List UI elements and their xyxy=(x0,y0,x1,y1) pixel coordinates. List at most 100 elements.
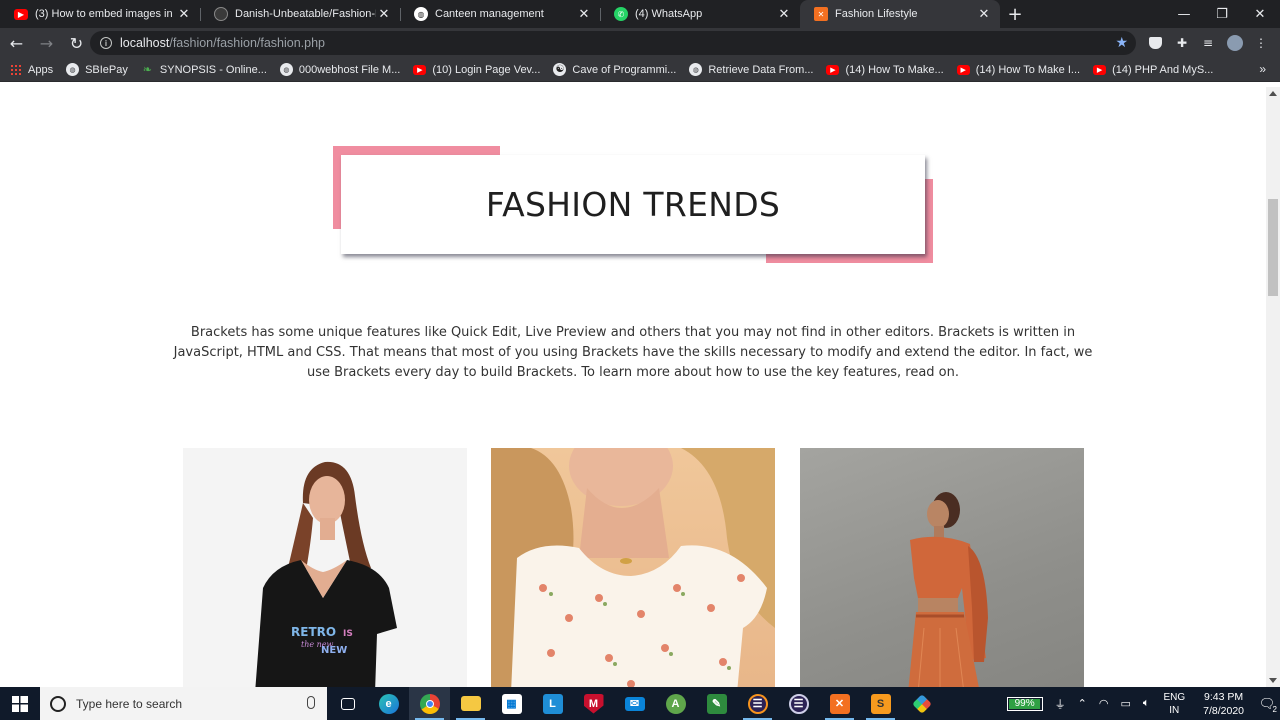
tab-title: (3) How to embed images in Gith xyxy=(35,8,176,20)
start-button[interactable] xyxy=(0,687,40,720)
forward-button[interactable]: → xyxy=(33,30,60,57)
taskbar-mail[interactable]: ✉ xyxy=(614,687,655,720)
close-icon[interactable]: ✕ xyxy=(976,6,992,22)
tab-fashion-lifestyle[interactable]: ✕ Fashion Lifestyle ✕ xyxy=(800,0,1000,28)
task-view-button[interactable] xyxy=(327,687,368,720)
taskbar-sublime[interactable]: S xyxy=(860,687,901,720)
taskbar-file-explorer[interactable] xyxy=(450,687,491,720)
taskbar-xampp[interactable]: ✕ xyxy=(819,687,860,720)
menu-kebab-icon[interactable]: ⋮ xyxy=(1253,35,1269,51)
bookmark-how-to-make-2[interactable]: ▶ (14) How To Make I... xyxy=(956,64,1080,76)
tab-whatsapp[interactable]: ✆ (4) WhatsApp ✕ xyxy=(600,0,800,28)
youtube-icon: ▶ xyxy=(1093,64,1107,75)
orange-lehenga-photo xyxy=(908,492,988,687)
back-button[interactable]: ← xyxy=(3,30,30,57)
yin-yang-icon: ☯ xyxy=(553,63,567,76)
bookmark-php-mysql[interactable]: ▶ (14) PHP And MyS... xyxy=(1093,64,1213,76)
profile-avatar[interactable] xyxy=(1227,35,1243,51)
shirt-text-retro: RETRO xyxy=(291,625,336,639)
language-indicator[interactable]: ENG IN xyxy=(1163,691,1185,717)
info-icon[interactable]: i xyxy=(100,37,112,49)
bookmark-star-icon[interactable]: ★ xyxy=(1115,34,1128,51)
wifi-icon[interactable]: ◠ xyxy=(1099,697,1109,710)
restore-button[interactable]: ❐ xyxy=(1203,0,1241,28)
taskbar-store[interactable]: ▦ xyxy=(491,687,532,720)
bookmark-apps[interactable]: Apps xyxy=(10,63,53,76)
bookmark-label: (14) PHP And MyS... xyxy=(1112,63,1214,76)
bookmark-how-to-make-1[interactable]: ▶ (14) How To Make... xyxy=(826,63,944,76)
youtube-icon: ▶ xyxy=(14,8,28,20)
taskbar-mcafee[interactable]: M xyxy=(573,687,614,720)
battery-icon[interactable]: ▭ xyxy=(1120,697,1130,710)
youtube-icon: ▶ xyxy=(956,64,970,75)
reload-button[interactable]: ↻ xyxy=(63,30,90,57)
volume-icon[interactable]: 🔈︎ xyxy=(1143,697,1150,710)
bookmark-000webhost[interactable]: ◍ 000webhost File M... xyxy=(279,63,401,76)
extensions-puzzle-icon[interactable]: ✚ xyxy=(1174,35,1190,51)
pocket-extension-icon[interactable] xyxy=(1147,35,1163,51)
folder-icon xyxy=(460,696,481,711)
bookmark-retrieve-data[interactable]: ◍ Retrieve Data From... xyxy=(689,63,813,76)
action-center-button[interactable]: 🗨︎ 2 xyxy=(1254,687,1280,720)
git-diamond-icon xyxy=(911,693,932,714)
browser-toolbar: ← → ↻ i localhost/fashion/fashion/fashio… xyxy=(0,28,1280,58)
taskbar-git-tool[interactable] xyxy=(901,687,942,720)
bookmark-cave-of-programming[interactable]: ☯ Cave of Programmi... xyxy=(553,63,676,76)
page-scrollbar[interactable] xyxy=(1266,87,1280,687)
chevron-up-icon[interactable]: ⌃ xyxy=(1078,697,1087,710)
bookmark-label: Cave of Programmi... xyxy=(572,63,677,76)
tab-github[interactable]: Danish-Unbeatable/Fashion-E-Co ✕ xyxy=(200,0,400,28)
close-icon[interactable]: ✕ xyxy=(776,6,792,22)
taskbar-eclipse-2[interactable]: ☰ xyxy=(778,687,819,720)
globe-icon: ◍ xyxy=(66,63,80,76)
bookmark-sbiepay[interactable]: ◍ SBIePay xyxy=(66,63,128,76)
page-viewport: FASHION TRENDS Brackets has some unique … xyxy=(0,87,1266,687)
scrollbar-thumb[interactable] xyxy=(1268,199,1278,296)
power-plug-icon[interactable]: ⏚ xyxy=(1055,696,1066,712)
region-code: IN xyxy=(1169,704,1180,716)
tab-canteen[interactable]: ◍ Canteen management ✕ xyxy=(400,0,600,28)
product-card-orange-lehenga[interactable] xyxy=(800,448,1084,687)
bookmark-synopsis[interactable]: ❧ SYNOPSIS - Online... xyxy=(141,63,267,77)
close-window-button[interactable]: ✕ xyxy=(1241,0,1279,28)
product-card-floral-top[interactable] xyxy=(491,448,775,687)
new-tab-button[interactable]: + xyxy=(1000,0,1030,28)
scroll-down-icon[interactable] xyxy=(1269,678,1277,683)
url-host: localhost xyxy=(120,36,170,50)
tab-youtube-embed[interactable]: ▶ (3) How to embed images in Gith ✕ xyxy=(0,0,200,28)
media-control-icon[interactable]: ≡ xyxy=(1200,35,1216,51)
notification-count: 2 xyxy=(1272,705,1277,714)
search-placeholder: Type here to search xyxy=(76,696,183,711)
bookmarks-bar: Apps ◍ SBIePay ❧ SYNOPSIS - Online... ◍ … xyxy=(0,58,1280,82)
close-icon[interactable]: ✕ xyxy=(576,6,592,22)
bookmark-login-page[interactable]: ▶ (10) Login Page Vev... xyxy=(413,64,540,76)
tab-strip: ▶ (3) How to embed images in Gith ✕ Dani… xyxy=(0,0,1280,28)
store-bag-icon: ▦ xyxy=(501,693,522,714)
whatsapp-icon: ✆ xyxy=(614,7,628,21)
clock[interactable]: 9:43 PM 7/8/2020 xyxy=(1203,690,1244,718)
microphone-icon[interactable] xyxy=(307,696,315,709)
bookmark-label: 000webhost File M... xyxy=(298,63,401,76)
product-card-black-tshirt[interactable]: RETRO IS the new NEW xyxy=(183,448,467,687)
battery-indicator[interactable]: 99% xyxy=(1006,696,1043,711)
url-path: /fashion/fashion/fashion.php xyxy=(169,36,326,50)
address-bar[interactable]: i localhost/fashion/fashion/fashion.php … xyxy=(90,31,1136,55)
taskbar-chrome[interactable] xyxy=(409,687,450,720)
letter-l-icon: L xyxy=(542,693,563,714)
taskbar-excel-tool[interactable]: ✎ xyxy=(696,687,737,720)
bookmarks-overflow-icon[interactable]: » xyxy=(1259,62,1266,76)
minimize-button[interactable]: — xyxy=(1165,0,1203,28)
bookmark-label: (14) How To Make... xyxy=(845,63,944,76)
title-card: FASHION TRENDS xyxy=(341,155,925,254)
scroll-up-icon[interactable] xyxy=(1269,91,1277,96)
floral-top-photo xyxy=(491,448,775,687)
close-icon[interactable]: ✕ xyxy=(376,6,392,22)
taskbar-edge[interactable]: e xyxy=(368,687,409,720)
close-icon[interactable]: ✕ xyxy=(176,6,192,22)
taskbar-lms-app[interactable]: L xyxy=(532,687,573,720)
clock-time: 9:43 PM xyxy=(1204,690,1244,703)
taskbar-search[interactable]: Type here to search xyxy=(40,687,327,720)
bookmark-label: (10) Login Page Vev... xyxy=(432,63,541,76)
taskbar-eclipse-1[interactable]: ☰ xyxy=(737,687,778,720)
taskbar-android-studio[interactable]: A xyxy=(655,687,696,720)
